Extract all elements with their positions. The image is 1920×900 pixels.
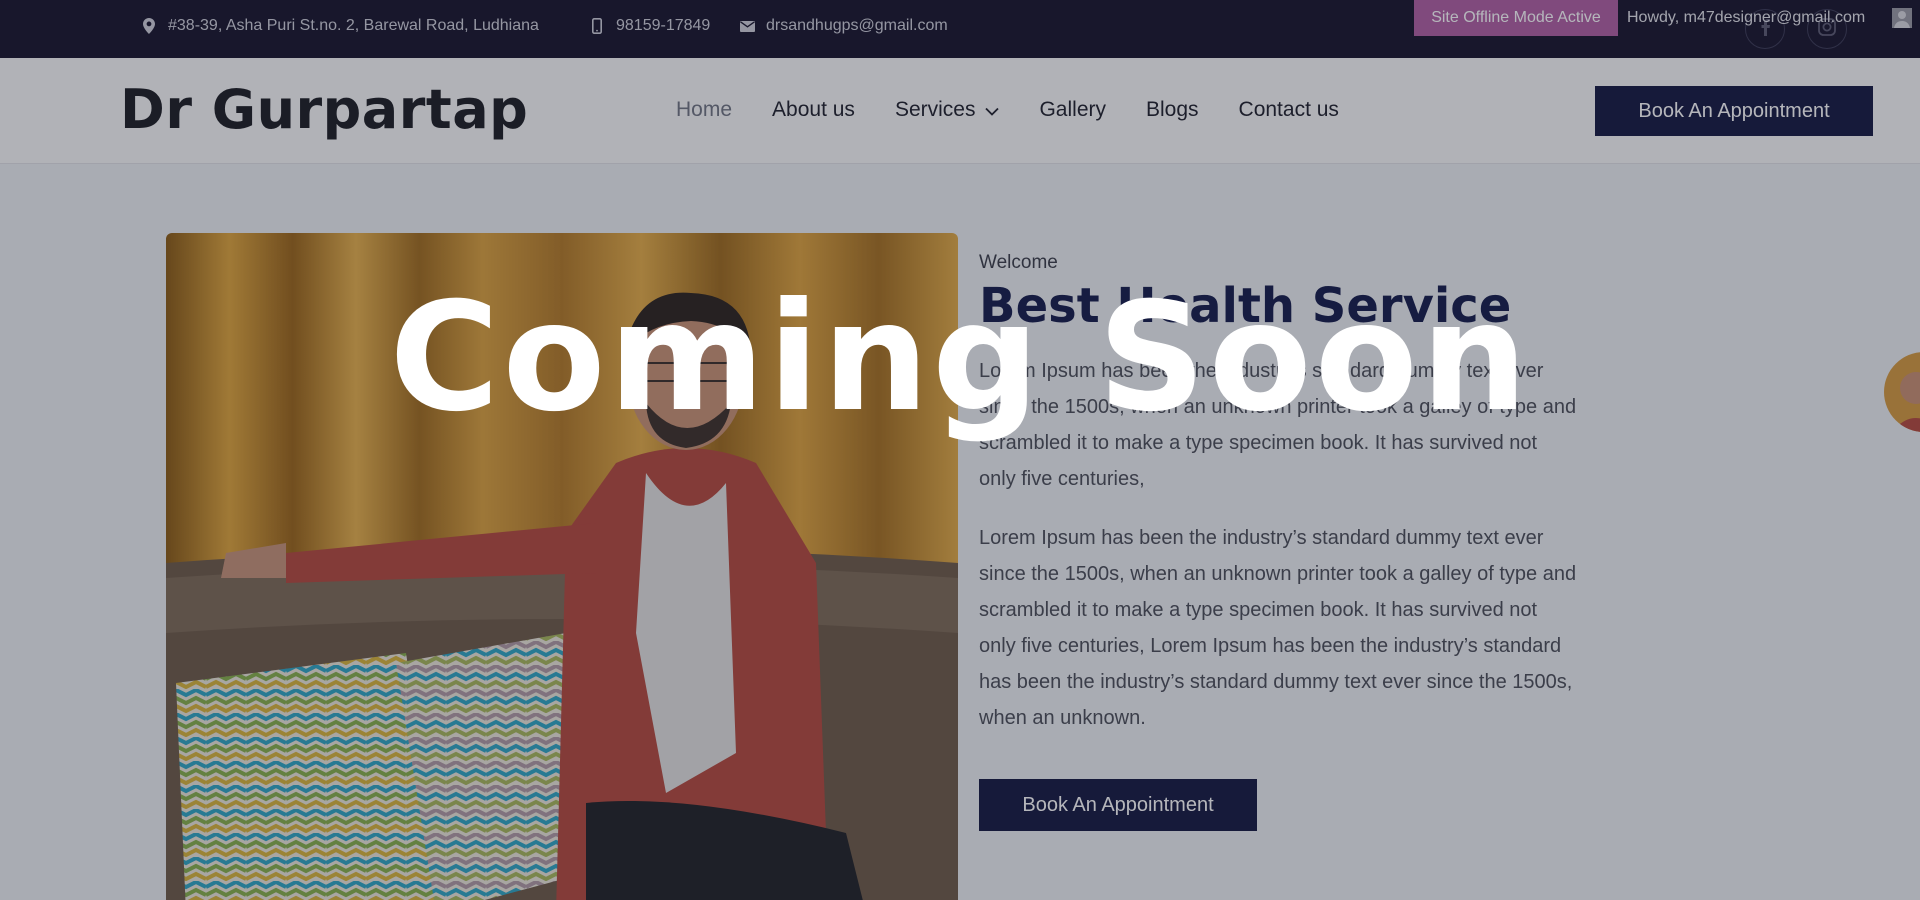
coming-soon-title: Coming Soon — [389, 271, 1531, 445]
coming-soon-overlay: Coming Soon — [0, 0, 1920, 900]
